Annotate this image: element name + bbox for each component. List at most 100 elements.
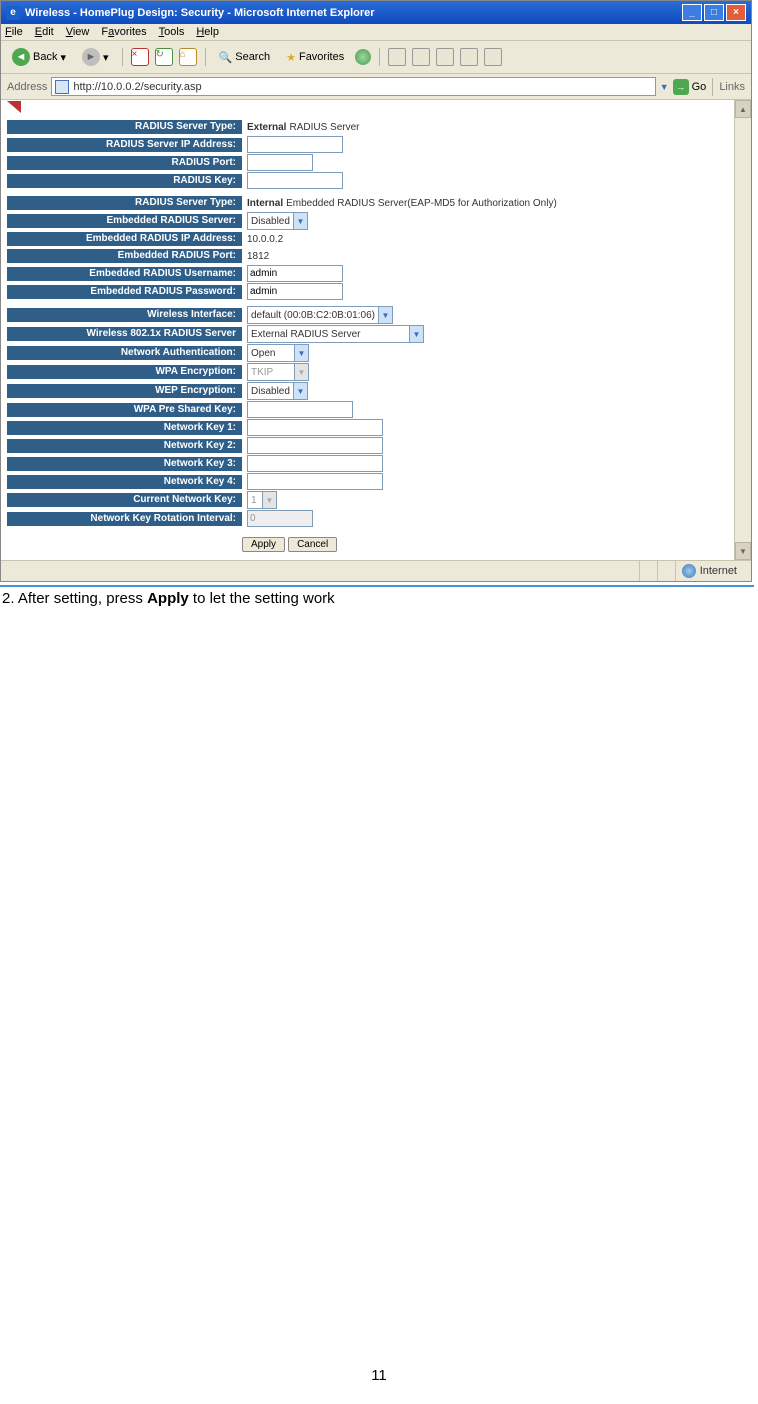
titlebar: e Wireless - HomePlug Design: Security -… (1, 1, 751, 24)
embedded-user-input[interactable] (247, 265, 343, 282)
label-wep-enc: WEP Encryption: (7, 384, 242, 398)
address-url: http://10.0.0.2/security.asp (73, 81, 201, 93)
history-icon[interactable] (355, 49, 371, 65)
rotation-input (247, 510, 313, 527)
refresh-icon[interactable]: ↻ (155, 48, 173, 66)
radius-port-input[interactable] (247, 154, 313, 171)
forward-button[interactable]: ► ▾ (77, 45, 114, 69)
label-radius-ip: RADIUS Server IP Address: (7, 138, 242, 152)
cur-key-select: 1▼ (247, 491, 277, 509)
external-radius-panel: RADIUS Server Type: External RADIUS Serv… (7, 119, 728, 189)
label-nk4: Network Key 4: (7, 475, 242, 489)
label-radius-type-int: RADIUS Server Type: (7, 196, 242, 210)
statusbar: Internet (1, 560, 751, 581)
label-embedded-server: Embedded RADIUS Server: (7, 214, 242, 228)
net-auth-select[interactable]: Open▼ (247, 344, 309, 362)
chevron-down-icon: ▼ (378, 307, 392, 323)
apply-button[interactable]: Apply (242, 537, 285, 552)
label-radius-type-ext: RADIUS Server Type: (7, 120, 242, 134)
network-key-1-input[interactable] (247, 419, 383, 436)
page-content: RADIUS Server Type: External RADIUS Serv… (1, 100, 734, 560)
go-button[interactable]: →Go (673, 79, 707, 95)
menu-file[interactable]: File (5, 26, 23, 38)
label-nk2: Network Key 2: (7, 439, 242, 453)
address-field[interactable]: http://10.0.0.2/security.asp (51, 77, 655, 96)
favorites-button[interactable]: ★Favorites (281, 48, 349, 67)
label-nk1: Network Key 1: (7, 421, 242, 435)
address-label: Address (7, 81, 47, 93)
wifi-iface-select[interactable]: default (00:0B:C2:0B:01:06)▼ (247, 306, 393, 324)
radius-key-input[interactable] (247, 172, 343, 189)
wpa-enc-select: TKIP▼ (247, 363, 309, 381)
chevron-down-icon: ▼ (293, 213, 307, 229)
menu-edit[interactable]: Edit (35, 26, 54, 38)
scroll-up-icon[interactable]: ▲ (735, 100, 751, 118)
embedded-port-value: 1812 (242, 251, 269, 262)
page-icon (55, 80, 69, 94)
ie-window: e Wireless - HomePlug Design: Security -… (0, 0, 752, 582)
toolbar: ◄Back ▾ ► ▾ × ↻ ⌂ 🔍Search ★Favorites (1, 41, 751, 74)
chevron-down-icon: ▼ (293, 383, 307, 399)
network-key-3-input[interactable] (247, 455, 383, 472)
radius-ip-input[interactable] (247, 136, 343, 153)
label-net-auth: Network Authentication: (7, 346, 242, 360)
scrollbar[interactable]: ▲ ▼ (734, 100, 751, 560)
print-icon[interactable] (412, 48, 430, 66)
label-embedded-user: Embedded RADIUS Username: (7, 267, 242, 281)
cancel-button[interactable]: Cancel (288, 537, 337, 552)
chevron-down-icon: ▼ (294, 364, 308, 380)
label-nk3: Network Key 3: (7, 457, 242, 471)
chevron-down-icon: ▼ (409, 326, 423, 342)
address-dropdown-icon[interactable]: ▼ (660, 82, 669, 92)
mail-icon[interactable] (388, 48, 406, 66)
maximize-button[interactable]: □ (704, 4, 724, 21)
menu-tools[interactable]: Tools (159, 26, 185, 38)
messenger-icon[interactable] (460, 48, 478, 66)
home-icon[interactable]: ⌂ (179, 48, 197, 66)
label-wifi-iface: Wireless Interface: (7, 308, 242, 322)
chevron-down-icon: ▼ (262, 492, 276, 508)
links-label[interactable]: Links (719, 81, 745, 93)
label-radius-server: Wireless 802.1x RADIUS Server (7, 327, 242, 341)
back-button[interactable]: ◄Back ▾ (7, 45, 71, 69)
label-radius-key: RADIUS Key: (7, 174, 242, 188)
research-icon[interactable] (484, 48, 502, 66)
tab-corner (7, 104, 25, 116)
embedded-pass-input[interactable] (247, 283, 343, 300)
embedded-radius-panel: RADIUS Server Type: Internal Embedded RA… (7, 195, 728, 300)
radius-server-select[interactable]: External RADIUS Server▼ (247, 325, 424, 343)
close-button[interactable]: × (726, 4, 746, 21)
internet-icon (682, 564, 696, 578)
edit-icon[interactable] (436, 48, 454, 66)
instruction-text: 2. After setting, press Apply to let the… (0, 585, 754, 607)
chevron-down-icon: ▼ (294, 345, 308, 361)
embedded-ip-value: 10.0.0.2 (242, 234, 283, 245)
label-embedded-ip: Embedded RADIUS IP Address: (7, 232, 242, 246)
menu-help[interactable]: Help (196, 26, 219, 38)
menu-favorites[interactable]: Favorites (101, 26, 146, 38)
status-zone: Internet (675, 561, 743, 581)
ie-icon: e (6, 6, 20, 20)
minimize-button[interactable]: _ (682, 4, 702, 21)
network-key-2-input[interactable] (247, 437, 383, 454)
label-rotation: Network Key Rotation Interval: (7, 512, 242, 526)
wep-enc-select[interactable]: Disabled▼ (247, 382, 308, 400)
window-title: Wireless - HomePlug Design: Security - M… (25, 7, 375, 19)
embedded-server-select[interactable]: Disabled▼ (247, 212, 308, 230)
network-key-4-input[interactable] (247, 473, 383, 490)
wireless-security-panel: Wireless Interface: default (00:0B:C2:0B… (7, 306, 728, 527)
button-row: Apply Cancel (242, 533, 728, 552)
label-wpa-psk: WPA Pre Shared Key: (7, 403, 242, 417)
label-radius-port: RADIUS Port: (7, 156, 242, 170)
stop-icon[interactable]: × (131, 48, 149, 66)
page-number: 11 (0, 1367, 758, 1404)
scroll-down-icon[interactable]: ▼ (735, 542, 751, 560)
menubar: File Edit View Favorites Tools Help (1, 24, 751, 41)
label-cur-key: Current Network Key: (7, 493, 242, 507)
wpa-psk-input[interactable] (247, 401, 353, 418)
label-embedded-pass: Embedded RADIUS Password: (7, 285, 242, 299)
label-embedded-port: Embedded RADIUS Port: (7, 249, 242, 263)
menu-view[interactable]: View (66, 26, 90, 38)
address-bar: Address http://10.0.0.2/security.asp ▼ →… (1, 74, 751, 100)
search-button[interactable]: 🔍Search (214, 48, 276, 67)
